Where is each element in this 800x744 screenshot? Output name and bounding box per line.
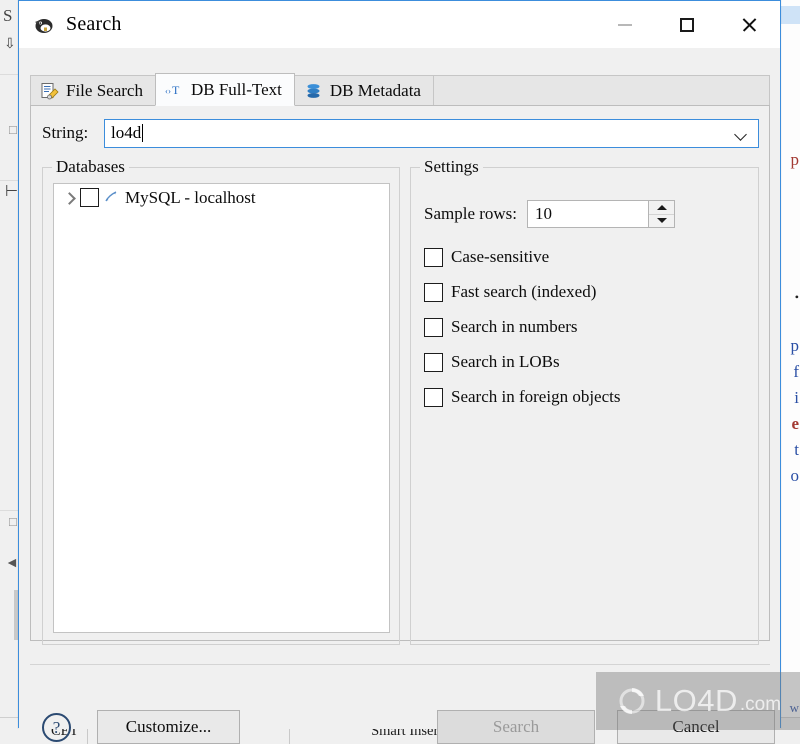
ide-bg-glyph: □ <box>9 122 17 137</box>
tab-page-db-full-text: String: lo4d Databases MySQL - localhost… <box>30 105 770 645</box>
file-search-icon <box>40 82 59 101</box>
checkbox-box[interactable] <box>424 282 443 302</box>
stepper-down-button[interactable] <box>649 213 675 228</box>
tab-db-full-text[interactable]: ‹› T DB Full-Text <box>154 73 295 106</box>
tab-label: DB Metadata <box>329 81 421 100</box>
ide-code-token: p <box>790 150 800 169</box>
checkbox-label: Search in LOBs <box>451 352 560 371</box>
checkbox-case-sensitive[interactable]: Case-sensitive <box>424 247 549 267</box>
checkbox-box[interactable] <box>424 352 443 372</box>
tab-label: File Search <box>66 81 143 100</box>
ide-bg-glyph: □ <box>9 514 17 529</box>
db-metadata-icon <box>304 82 323 101</box>
search-input[interactable]: lo4d <box>104 118 759 148</box>
search-button-label: Search <box>492 717 540 736</box>
checkbox-box[interactable] <box>424 387 443 407</box>
minimize-icon <box>618 23 632 26</box>
ide-code-token: e <box>791 414 799 433</box>
ide-code-token: i <box>794 388 799 407</box>
maximize-button[interactable] <box>656 1 718 48</box>
ide-bg-glyph: S <box>3 6 13 25</box>
checkbox-box[interactable] <box>424 247 443 267</box>
databases-group-title: Databases <box>52 157 129 177</box>
triangle-down-icon <box>656 218 667 224</box>
ide-code-token: • <box>794 290 799 304</box>
checkbox-search-in-numbers[interactable]: Search in numbers <box>424 317 578 337</box>
tab-strip: File Search ‹› T DB Full-Text DB Metadat… <box>30 73 770 106</box>
sample-rows-input[interactable]: 10 <box>527 200 650 228</box>
tree-item-label: MySQL - localhost <box>125 187 256 207</box>
svg-text:‹›: ‹› <box>165 86 171 96</box>
ide-code-token: p <box>790 336 800 355</box>
tab-file-search[interactable]: File Search <box>30 75 156 106</box>
text-caret <box>142 124 144 142</box>
search-dialog: Search File Search ‹› T DB Full-Text DB … <box>18 0 781 744</box>
tab-db-metadata[interactable]: DB Metadata <box>293 75 434 106</box>
stepper-up-button[interactable] <box>649 201 674 214</box>
checkbox-label: Search in numbers <box>451 317 578 336</box>
search-input-value: lo4d <box>111 123 142 142</box>
tree-item-mysql-localhost[interactable]: MySQL - localhost <box>54 184 389 211</box>
ide-bg-glyph: ◄ <box>5 556 19 571</box>
tab-label: DB Full-Text <box>190 79 282 99</box>
checkbox-search-in-foreign-objects[interactable]: Search in foreign objects <box>424 387 620 407</box>
customize-button[interactable]: Customize... <box>97 710 240 744</box>
help-icon[interactable]: ? <box>42 713 71 742</box>
footer-separator <box>30 664 770 665</box>
search-string-row: String: lo4d <box>42 118 759 148</box>
search-string-label: String: <box>42 123 89 142</box>
sample-rows-stepper[interactable]: 10 <box>527 200 676 228</box>
tab-folder: File Search ‹› T DB Full-Text DB Metadat… <box>30 73 770 645</box>
cancel-button-label: Cancel <box>672 717 720 736</box>
ide-bg-glyph: ⊢ <box>5 184 19 200</box>
ide-bg-glyph: ⇩ <box>4 37 16 52</box>
ide-code-token: t <box>794 440 799 459</box>
triangle-up-icon <box>656 204 667 210</box>
chevron-down-icon[interactable] <box>736 129 748 141</box>
sample-rows-label: Sample rows: <box>424 204 518 223</box>
close-icon <box>741 16 758 33</box>
checkbox-search-in-lobs[interactable]: Search in LOBs <box>424 352 560 372</box>
maximize-icon <box>680 17 694 32</box>
cancel-button[interactable]: Cancel <box>617 710 775 744</box>
checkbox-label: Fast search (indexed) <box>451 282 597 301</box>
ide-code-token: o <box>790 466 800 485</box>
settings-group: Settings Sample rows: 10 Case-sensitive … <box>410 157 759 645</box>
checkbox-label: Search in foreign objects <box>451 387 621 406</box>
checkbox-box[interactable] <box>424 317 443 337</box>
checkbox-fast-search[interactable]: Fast search (indexed) <box>424 282 596 302</box>
tab-strip-filler <box>432 75 770 106</box>
chevron-right-icon[interactable] <box>62 191 76 205</box>
stepper-buttons[interactable] <box>649 200 676 228</box>
search-button[interactable]: Search <box>437 710 595 744</box>
dialog-body: File Search ‹› T DB Full-Text DB Metadat… <box>19 48 780 744</box>
databases-tree[interactable]: MySQL - localhost <box>53 183 390 633</box>
dialog-title-bar[interactable]: Search <box>19 1 780 48</box>
checkbox-label: Case-sensitive <box>451 247 550 266</box>
beaver-icon <box>32 13 56 37</box>
dialog-title: Search <box>66 13 122 35</box>
sample-rows-row: Sample rows: 10 <box>424 200 676 228</box>
db-fulltext-icon: ‹› T <box>165 80 184 99</box>
ide-code-token: w <box>789 700 799 715</box>
close-button[interactable] <box>718 1 780 48</box>
settings-group-title: Settings <box>420 157 483 177</box>
minimize-button[interactable] <box>594 1 656 48</box>
customize-button-label: Customize... <box>125 717 212 736</box>
ide-code-token: f <box>793 362 799 381</box>
database-connection-icon <box>102 188 121 207</box>
databases-group: Databases MySQL - localhost <box>42 157 400 645</box>
tree-item-checkbox[interactable] <box>80 188 99 207</box>
svg-text:T: T <box>172 83 180 97</box>
